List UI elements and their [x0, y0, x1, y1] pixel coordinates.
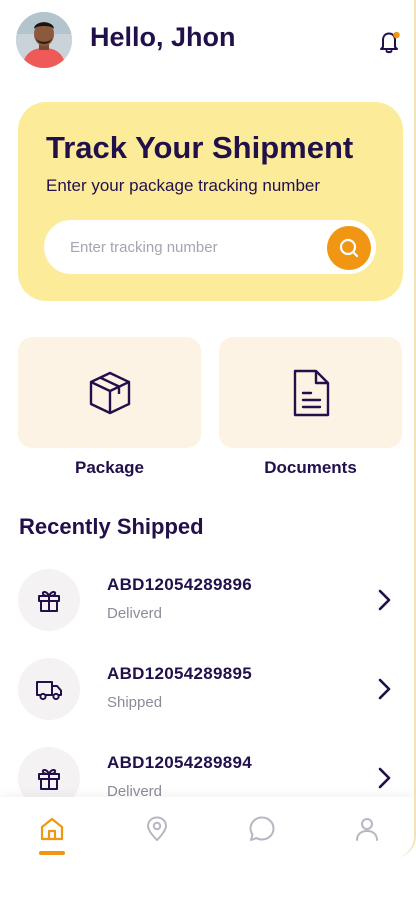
tracking-number-input[interactable] [70, 220, 320, 274]
hero-title: Track Your Shipment [46, 130, 354, 165]
box-icon [89, 371, 130, 414]
category-package-card[interactable] [18, 337, 201, 448]
gift-icon [38, 590, 60, 612]
bell-icon [380, 31, 400, 54]
shipment-status: Deliverd [107, 605, 163, 622]
recently-shipped-title: Recently Shipped [19, 514, 204, 539]
profile-icon [356, 818, 378, 841]
category-package-label: Package [75, 458, 144, 477]
category-documents-card[interactable] [219, 337, 402, 448]
search-icon [339, 238, 359, 258]
shipment-icon-badge [18, 658, 80, 720]
nav-chat[interactable] [246, 813, 278, 845]
nav-profile[interactable] [351, 813, 383, 845]
bottom-navigation [0, 797, 414, 858]
shipment-icon-badge [18, 569, 80, 631]
notification-button[interactable] [374, 26, 404, 56]
location-icon [147, 816, 167, 841]
shipment-status: Shipped [107, 694, 163, 711]
shipment-row[interactable]: ABD12054289895 Shipped [0, 658, 414, 730]
app-screen: Hello, Jhon Track Your Shipment Enter yo… [0, 0, 416, 858]
chevron-right-icon[interactable] [374, 676, 394, 702]
tracking-id: ABD12054289895 [107, 664, 253, 683]
header: Hello, Jhon [0, 0, 414, 80]
chevron-right-icon[interactable] [374, 765, 394, 791]
gift-icon [38, 768, 60, 790]
tracking-search-box [44, 220, 376, 274]
shipment-row[interactable]: ABD12054289896 Deliverd [0, 569, 414, 641]
search-button[interactable] [327, 226, 371, 270]
nav-home[interactable] [36, 813, 68, 845]
notification-dot [393, 31, 400, 39]
tracking-id: ABD12054289894 [107, 753, 253, 772]
tracking-id: ABD12054289896 [107, 575, 253, 594]
chat-icon [249, 816, 275, 841]
chevron-right-icon[interactable] [374, 587, 394, 613]
home-icon [40, 817, 64, 841]
user-avatar-icon [16, 12, 72, 68]
nav-active-indicator [39, 851, 65, 855]
track-shipment-card: Track Your Shipment Enter your package t… [18, 102, 403, 301]
nav-location[interactable] [141, 813, 173, 845]
greeting-title: Hello, Jhon [90, 22, 236, 52]
truck-icon [36, 681, 62, 701]
document-icon [293, 369, 329, 416]
avatar[interactable] [16, 12, 72, 68]
category-documents-label: Documents [264, 458, 357, 477]
hero-subtitle: Enter your package tracking number [46, 176, 321, 195]
